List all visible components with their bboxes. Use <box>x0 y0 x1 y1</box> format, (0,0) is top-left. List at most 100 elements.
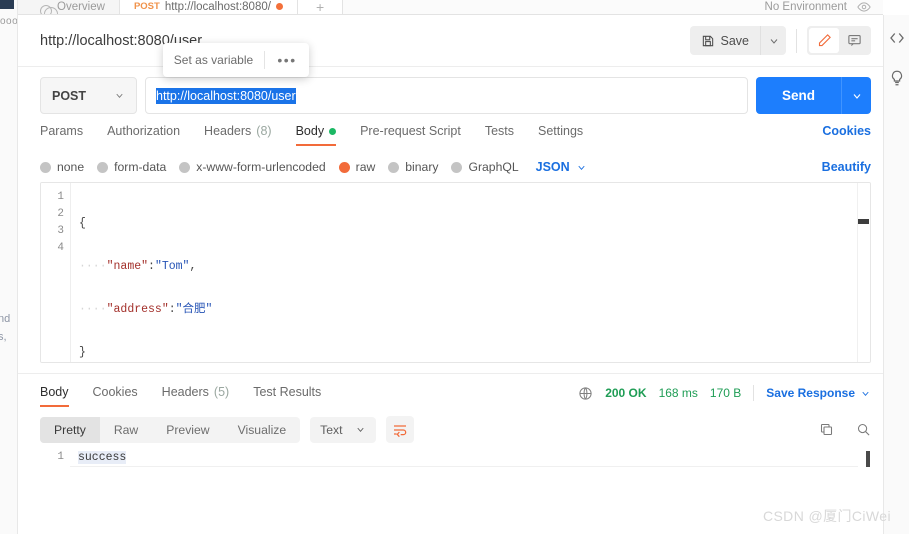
chevron-down-icon <box>862 391 869 396</box>
view-mode-visualize[interactable]: Visualize <box>224 417 301 443</box>
editor-scrollbar-thumb[interactable] <box>858 219 869 224</box>
body-type-graphql-label: GraphQL <box>468 160 519 174</box>
tab-overview-label: Overview <box>57 0 105 13</box>
tab-overview[interactable]: Overview <box>18 0 120 14</box>
request-response-panel: http://localhost:8080/user Save POST htt… <box>18 15 883 534</box>
body-type-binary-label: binary <box>405 160 439 174</box>
response-size: 170 B <box>709 386 742 400</box>
tab-params-label: Params <box>40 124 84 138</box>
body-type-graphql[interactable]: GraphQL <box>451 160 519 174</box>
url-input-value: http://localhost:8080/user <box>156 87 296 104</box>
tab-request-active[interactable]: POST http://localhost:8080/ <box>119 0 298 14</box>
save-options-button[interactable] <box>760 26 786 55</box>
save-button[interactable]: Save <box>689 26 760 55</box>
editor-code[interactable]: { ····"name":"Tom", ····"address":"合肥" } <box>71 183 856 362</box>
left-sidebar-clipped: ooo nd s, <box>0 0 18 534</box>
radio-icon <box>40 161 51 173</box>
view-mode-raw[interactable]: Raw <box>100 417 152 443</box>
response-toolbar: Pretty Raw Preview Visualize Text <box>18 407 883 443</box>
editor-line-numbers: 1 2 3 4 <box>41 183 71 362</box>
overview-icon <box>40 4 58 14</box>
view-mode-toggle <box>807 26 871 55</box>
view-mode-pretty[interactable]: Pretty <box>40 416 100 443</box>
body-type-form-data[interactable]: form-data <box>97 160 166 174</box>
right-rail <box>883 15 909 534</box>
code-token: : <box>148 260 155 273</box>
request-body-editor[interactable]: 1 2 3 4 { ····"name":"Tom", ····"address… <box>40 182 871 363</box>
response-meta: 200 OK 168 ms 170 B Save Response <box>578 385 871 407</box>
response-tab-headers-label: Headers <box>161 385 209 399</box>
new-tab-button[interactable]: + <box>297 0 344 14</box>
popover-more-button[interactable]: ••• <box>265 52 309 68</box>
response-tab-cookies-label: Cookies <box>92 385 138 399</box>
response-tab-cookies[interactable]: Cookies <box>93 385 138 407</box>
comment-icon <box>847 34 861 46</box>
eye-icon[interactable] <box>857 0 871 14</box>
request-header: http://localhost:8080/user Save <box>18 15 883 67</box>
cookies-link[interactable]: Cookies <box>822 124 871 138</box>
code-line-3: ····"address":"合肥" <box>79 301 856 318</box>
raw-format-select[interactable]: JSON <box>536 160 587 174</box>
view-mode-preview[interactable]: Preview <box>152 417 223 443</box>
editor-scrollbar[interactable] <box>857 183 870 362</box>
tab-headers[interactable]: Headers (8) <box>204 124 272 146</box>
response-tab-test-results[interactable]: Test Results <box>253 385 321 407</box>
chevron-down-icon <box>116 93 123 99</box>
environment-label: No Environment <box>764 1 847 13</box>
tab-tests[interactable]: Tests <box>485 124 514 146</box>
code-token: "name" <box>106 260 149 273</box>
response-scrollbar[interactable] <box>859 451 871 480</box>
tab-authorization[interactable]: Authorization <box>107 124 180 146</box>
save-response-button[interactable]: Save Response <box>766 386 871 400</box>
search-icon[interactable] <box>856 422 871 437</box>
code-token: , <box>189 260 197 273</box>
tab-settings[interactable]: Settings <box>538 124 583 146</box>
divider <box>753 385 755 401</box>
body-type-selector: none form-data x-www-form-urlencoded raw… <box>18 154 883 182</box>
edit-pencil-button[interactable] <box>809 28 839 53</box>
beautify-link[interactable]: Beautify <box>822 160 871 174</box>
response-format-select[interactable]: Text <box>310 416 376 443</box>
body-type-none[interactable]: none <box>40 160 84 174</box>
tab-params[interactable]: Params <box>40 124 83 146</box>
unsaved-dot-icon <box>275 3 283 10</box>
code-icon[interactable] <box>888 29 906 47</box>
divider <box>796 28 797 53</box>
word-wrap-button[interactable] <box>385 416 414 443</box>
code-line-1: { <box>79 215 856 232</box>
body-type-binary[interactable]: binary <box>388 160 438 174</box>
url-input[interactable]: http://localhost:8080/user <box>145 77 748 114</box>
radio-icon <box>388 161 400 173</box>
postman-window: ooo nd s, Overview POST http://localhost… <box>0 0 909 534</box>
chevron-down-icon <box>853 93 860 99</box>
request-header-actions: Save <box>689 26 871 55</box>
http-method-label: POST <box>52 88 87 103</box>
send-button-group: Send <box>755 77 871 114</box>
response-scrollbar-thumb[interactable] <box>866 451 870 467</box>
save-button-label: Save <box>720 33 750 48</box>
sidebar-clipped-text-1: nd <box>0 313 11 325</box>
send-options-button[interactable] <box>841 77 871 114</box>
body-type-raw[interactable]: raw <box>338 160 375 174</box>
response-body[interactable]: 1 success <box>40 451 871 534</box>
copy-icon[interactable] <box>819 422 834 437</box>
set-as-variable-button[interactable]: Set as variable <box>163 53 264 67</box>
environment-selector[interactable]: No Environment <box>753 0 883 14</box>
lightbulb-icon[interactable] <box>888 69 906 87</box>
response-tab-body[interactable]: Body <box>40 385 69 407</box>
response-header: Body Cookies Headers (5) Test Results 20… <box>18 373 883 407</box>
body-type-urlencoded[interactable]: x-www-form-urlencoded <box>179 160 326 174</box>
chevron-down-icon <box>770 38 777 44</box>
send-button[interactable]: Send <box>755 77 841 114</box>
response-tab-headers[interactable]: Headers (5) <box>162 385 230 407</box>
response-tab-body-label: Body <box>40 385 69 399</box>
tab-body[interactable]: Body <box>295 124 337 146</box>
save-response-label: Save Response <box>766 386 855 400</box>
http-method-select[interactable]: POST <box>40 77 137 114</box>
comment-button[interactable] <box>839 28 869 53</box>
sidebar-top-block <box>0 0 14 9</box>
tab-pre-request-script[interactable]: Pre-request Script <box>360 124 461 146</box>
tab-strip: Overview POST http://localhost:8080/ + N… <box>18 0 883 15</box>
code-token: { <box>79 217 86 230</box>
body-present-dot-icon <box>329 127 337 135</box>
